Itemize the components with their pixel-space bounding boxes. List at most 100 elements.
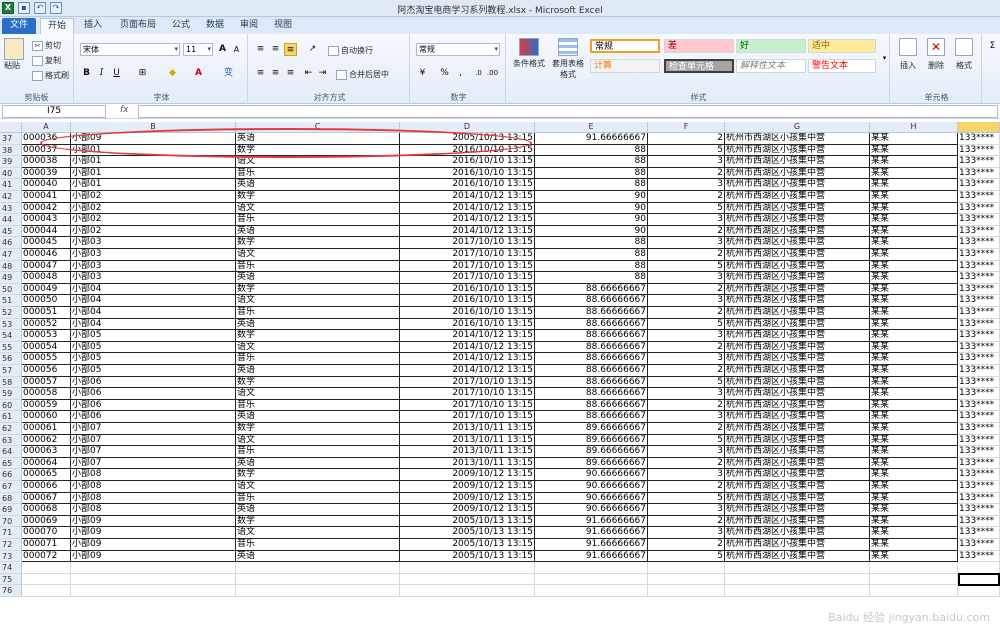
- style-warning[interactable]: 警告文本: [808, 59, 876, 73]
- row-header[interactable]: 70: [0, 515, 22, 528]
- cell-h[interactable]: 某某: [870, 295, 958, 307]
- cell-e[interactable]: 90: [535, 202, 648, 215]
- cell-d[interactable]: 2009/10/12 13:15: [400, 504, 535, 516]
- cell-h[interactable]: 某某: [870, 330, 958, 342]
- cell-g[interactable]: 杭州市西湖区小孩集中营: [725, 365, 870, 377]
- cell-a[interactable]: 000057: [22, 376, 71, 389]
- empty-cell[interactable]: [400, 585, 535, 597]
- row-header[interactable]: 53: [0, 318, 22, 331]
- row-header[interactable]: 64: [0, 446, 22, 458]
- cell-a[interactable]: 000066: [22, 481, 71, 493]
- row-header[interactable]: 66: [0, 469, 22, 481]
- cell-h[interactable]: 某某: [870, 133, 958, 145]
- cell-e[interactable]: 88.66666667: [535, 388, 648, 400]
- italic-button[interactable]: I: [95, 67, 108, 80]
- cell-i[interactable]: 133****: [958, 411, 1000, 423]
- cell-c[interactable]: 英语: [236, 318, 400, 331]
- cell-f[interactable]: 3: [648, 179, 725, 191]
- cell-d[interactable]: 2016/10/10 13:15: [400, 295, 535, 307]
- cell-e[interactable]: 91.66666667: [535, 527, 648, 539]
- cell-h[interactable]: 某某: [870, 411, 958, 423]
- row-header[interactable]: 58: [0, 376, 22, 389]
- grow-font-button[interactable]: A: [216, 43, 229, 56]
- cell-g[interactable]: 杭州市西湖区小孩集中营: [725, 423, 870, 435]
- cell-a[interactable]: 000052: [22, 318, 71, 331]
- cell-d[interactable]: 2016/10/10 13:15: [400, 167, 535, 180]
- cell-e[interactable]: 90: [535, 214, 648, 226]
- cell-h[interactable]: 某某: [870, 214, 958, 226]
- paste-button[interactable]: 粘贴: [4, 38, 24, 71]
- cell-e[interactable]: 90.66666667: [535, 481, 648, 493]
- cell-c[interactable]: 数学: [236, 423, 400, 435]
- row-header[interactable]: 49: [0, 272, 22, 284]
- cell-a[interactable]: 000064: [22, 457, 71, 470]
- cell-b[interactable]: 小部04: [71, 283, 236, 296]
- empty-cell[interactable]: [71, 585, 236, 597]
- cell-a[interactable]: 000072: [22, 550, 71, 563]
- empty-cell[interactable]: [535, 585, 648, 597]
- style-check-cell[interactable]: 检查单元格: [664, 59, 734, 73]
- cell-h[interactable]: 某某: [870, 527, 958, 539]
- cell-i[interactable]: 133****: [958, 214, 1000, 226]
- cell-a[interactable]: 000042: [22, 202, 71, 215]
- cell-f[interactable]: 2: [648, 515, 725, 528]
- cell-a[interactable]: 000065: [22, 469, 71, 481]
- cell-f[interactable]: 3: [648, 156, 725, 168]
- cell-i[interactable]: 133****: [958, 225, 1000, 238]
- cell-g[interactable]: 杭州市西湖区小孩集中营: [725, 399, 870, 412]
- cell-g[interactable]: 杭州市西湖区小孩集中营: [725, 133, 870, 145]
- format-cells-button[interactable]: 格式: [952, 38, 976, 71]
- cell-b[interactable]: 小部04: [71, 295, 236, 307]
- cell-f[interactable]: 3: [648, 388, 725, 400]
- cell-e[interactable]: 88: [535, 167, 648, 180]
- cell-c[interactable]: 英语: [236, 179, 400, 191]
- cell-g[interactable]: 杭州市西湖区小孩集中营: [725, 376, 870, 389]
- cell-h[interactable]: 某某: [870, 457, 958, 470]
- tab-data[interactable]: 数据: [200, 18, 230, 34]
- cell-d[interactable]: 2016/10/10 13:15: [400, 156, 535, 168]
- cell-h[interactable]: 某某: [870, 144, 958, 157]
- cell-c[interactable]: 英语: [236, 225, 400, 238]
- cell-c[interactable]: 英语: [236, 504, 400, 516]
- cell-i[interactable]: 133****: [958, 481, 1000, 493]
- align-left-icon[interactable]: ≡: [254, 67, 267, 80]
- cell-g[interactable]: 杭州市西湖区小孩集中营: [725, 318, 870, 331]
- cell-f[interactable]: 2: [648, 481, 725, 493]
- comma-button[interactable]: ,: [454, 67, 467, 80]
- cell-b[interactable]: 小部06: [71, 411, 236, 423]
- cell-c[interactable]: 英语: [236, 133, 400, 145]
- cell-h[interactable]: 某某: [870, 550, 958, 563]
- cell-a[interactable]: 000046: [22, 249, 71, 261]
- cell-h[interactable]: 某某: [870, 156, 958, 168]
- cell-i[interactable]: 133****: [958, 283, 1000, 296]
- row-header[interactable]: 42: [0, 191, 22, 203]
- cell-b[interactable]: 小部09: [71, 527, 236, 539]
- cell-d[interactable]: 2017/10/10 13:15: [400, 411, 535, 423]
- cell-h[interactable]: 某某: [870, 423, 958, 435]
- formula-input[interactable]: [138, 105, 998, 118]
- cell-d[interactable]: 2005/10/13 13:15: [400, 550, 535, 563]
- cell-h[interactable]: 某某: [870, 237, 958, 249]
- row-header[interactable]: 51: [0, 295, 22, 307]
- format-as-table-button[interactable]: 套用表格格式: [550, 38, 586, 80]
- cell-h[interactable]: 某某: [870, 434, 958, 447]
- cell-c[interactable]: 音乐: [236, 353, 400, 365]
- cell-i[interactable]: 133****: [958, 539, 1000, 551]
- style-explanatory[interactable]: 解释性文本: [736, 59, 806, 73]
- cell-g[interactable]: 杭州市西湖区小孩集中营: [725, 156, 870, 168]
- cell-f[interactable]: 2: [648, 191, 725, 203]
- cell-h[interactable]: 某某: [870, 469, 958, 481]
- style-calculation[interactable]: 计算: [590, 59, 660, 73]
- cell-c[interactable]: 数学: [236, 330, 400, 342]
- style-bad[interactable]: 差: [664, 39, 734, 53]
- cell-g[interactable]: 杭州市西湖区小孩集中营: [725, 191, 870, 203]
- cell-d[interactable]: 2014/10/12 13:15: [400, 202, 535, 215]
- cell-b[interactable]: 小部09: [71, 550, 236, 563]
- cell-i[interactable]: 133****: [958, 144, 1000, 157]
- empty-cell[interactable]: [22, 562, 71, 574]
- cell-a[interactable]: 000056: [22, 365, 71, 377]
- cell-i[interactable]: 133****: [958, 133, 1000, 145]
- cell-d[interactable]: 2014/10/12 13:15: [400, 214, 535, 226]
- cell-b[interactable]: 小部09: [71, 515, 236, 528]
- cell-b[interactable]: 小部03: [71, 249, 236, 261]
